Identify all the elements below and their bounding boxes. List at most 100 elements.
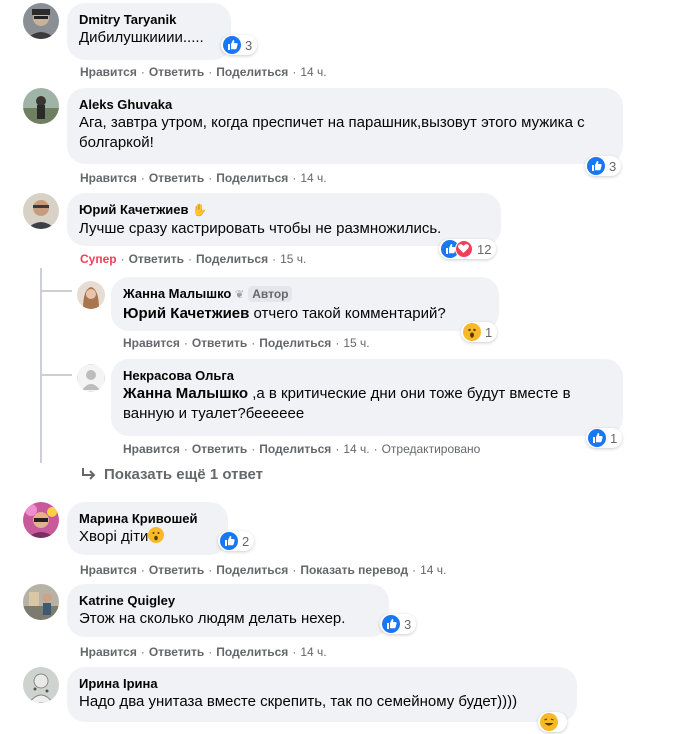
comment-actions: Нравится · Ответить · Поделиться · 14 ч. [80,171,327,185]
comment-author[interactable]: Юрий Качетжиев ✋ [79,201,489,219]
reaction-count-value: 1 [610,430,618,446]
like-button[interactable]: Нравится [80,563,137,577]
reaction-count[interactable]: 3 [221,35,258,55]
comment-actions: Нравится · Ответить · Поделиться · 15 ч. [123,336,370,350]
comment-bubble: Жанна Малышко ❦ Автор Юрий Качетжиев отче… [111,277,499,331]
comment-text: Этож на сколько людям делать нехер. [79,610,346,627]
reply-button[interactable]: Ответить [149,563,204,577]
like-button[interactable]: Нравится [80,171,137,185]
comment-author[interactable]: Aleks Ghuvaka [79,96,611,113]
avatar[interactable] [23,502,59,538]
comment-actions: Нравится · Ответить · Поделиться · 14 ч. · Отред… [123,442,481,456]
share-button[interactable]: Поделиться [216,563,288,577]
like-button[interactable]: Нравится [80,645,137,659]
show-more-replies-button[interactable]: Показать ещё 1 ответ [80,466,263,483]
like-reaction-icon [220,532,238,550]
comment-text: Лучше сразу кастрировать чтобы не размно… [79,220,442,237]
comment-author[interactable]: Марина Кривошей [79,510,216,527]
like-button[interactable]: Нравится [123,336,180,350]
reaction-count-value: 12 [477,241,492,257]
comment-text: Хворі діти [79,528,149,545]
reaction-count[interactable]: 12 [439,239,497,259]
like-button[interactable]: Нравится [123,442,180,456]
edited-label[interactable]: Отредактировано [382,442,481,456]
comment-bubble: Dmitry Taryanik Дибилушкииии..... [67,3,231,60]
comment-timestamp[interactable]: 15 ч. [343,336,369,350]
like-reaction-icon [223,36,241,54]
reply-thread-line [40,290,72,292]
comment-text: Ага, завтра утром, когда преспичет на па… [79,114,585,151]
share-button[interactable]: Поделиться [196,252,268,266]
avatar[interactable] [77,364,105,392]
comment-text: Дибилушкииии..... [79,29,204,46]
like-reaction-icon [587,157,605,175]
avatar[interactable] [23,667,59,703]
comment-bubble: Aleks Ghuvaka Ага, завтра утром, когда п… [67,88,623,164]
comment-actions: Супер · Ответить · Поделиться · 15 ч. [80,252,307,266]
reply-button[interactable]: Ответить [149,645,204,659]
comment-author[interactable]: Dmitry Taryanik [79,11,219,28]
comment-timestamp[interactable]: 14 ч. [343,442,369,456]
comment-author[interactable]: Некрасова Ольга [123,367,611,384]
comment-timestamp[interactable]: 14 ч. [300,65,326,79]
mention-link[interactable]: Юрий Качетжиев [123,305,249,322]
comment-author[interactable]: Ирина Ірина [79,675,565,692]
comment-bubble: Ирина Ірина Надо два унитаза вместе скре… [67,667,577,722]
comment-bubble: Юрий Качетжиев ✋ Лучше сразу кастрироват… [67,193,501,246]
reaction-count[interactable]: 1 [586,428,623,448]
reply-thread-line [40,374,72,376]
reaction-count-value: 3 [609,158,617,174]
reply-button[interactable]: Ответить [149,171,204,185]
avatar[interactable] [23,584,59,620]
avatar[interactable] [23,88,59,124]
comment-bubble: Марина Кривошей Хворі діти [67,502,228,555]
share-button[interactable]: Поделиться [216,645,288,659]
reaction-count[interactable]: 2 [218,531,255,551]
super-reaction-button[interactable]: Супер [80,252,117,266]
comment-actions: Нравится · Ответить · Поделиться · 14 ч. [80,645,327,659]
comment-bubble: Некрасова Ольга Жанна Малышко ,а в крити… [111,359,623,436]
comment-author[interactable]: Katrine Quigley [79,592,377,609]
share-button[interactable]: Поделиться [259,336,331,350]
comment-author[interactable]: Жанна Малышко ❦ Автор [123,285,487,304]
reaction-count-value: 2 [242,533,250,549]
comment-actions: Нравится · Ответить · Поделиться · Показать пе… [80,563,447,577]
comment-actions: Нравится · Ответить · Поделиться · 14 ч. [80,65,327,79]
reaction-count[interactable]: 3 [380,614,417,634]
comment-timestamp[interactable]: 14 ч. [300,645,326,659]
reply-arrow-icon [82,467,96,480]
like-button[interactable]: Нравится [80,65,137,79]
share-button[interactable]: Поделиться [259,442,331,456]
comment-text: отчего такой комментарий? [253,305,446,322]
reply-button[interactable]: Ответить [129,252,184,266]
reply-button[interactable]: Ответить [192,442,247,456]
reaction-count[interactable]: 3 [585,156,622,176]
like-reaction-icon [382,615,400,633]
share-button[interactable]: Поделиться [216,65,288,79]
haha-reaction-icon [540,713,558,731]
reaction-count[interactable]: 1 [461,322,498,342]
author-badge: Автор [248,286,293,302]
show-translation-button[interactable]: Показать перевод [300,563,408,577]
avatar[interactable] [23,193,59,229]
reaction-count-value: 1 [485,324,493,340]
avatar[interactable] [77,281,105,309]
love-reaction-icon [455,240,473,258]
reply-button[interactable]: Ответить [192,336,247,350]
avatar[interactable] [23,3,59,39]
mention-link[interactable]: Жанна Малышко [123,385,248,402]
comment-text: Надо два унитаза вместе скрепить, так по… [79,693,518,710]
show-more-replies-label: Показать ещё 1 ответ [104,466,263,483]
comment-timestamp[interactable]: 15 ч. [280,252,306,266]
reply-thread-line [40,268,42,463]
reaction-count-value: 3 [245,37,253,53]
reaction-count[interactable] [538,712,567,732]
comment-bubble: Katrine Quigley Этож на сколько людям де… [67,584,389,637]
comment-timestamp[interactable]: 14 ч. [300,171,326,185]
waving-hand-icon: ✋ [192,203,208,217]
astonished-face-icon [148,527,165,543]
reply-button[interactable]: Ответить [149,65,204,79]
like-reaction-icon [588,429,606,447]
share-button[interactable]: Поделиться [216,171,288,185]
comment-timestamp[interactable]: 14 ч. [420,563,446,577]
